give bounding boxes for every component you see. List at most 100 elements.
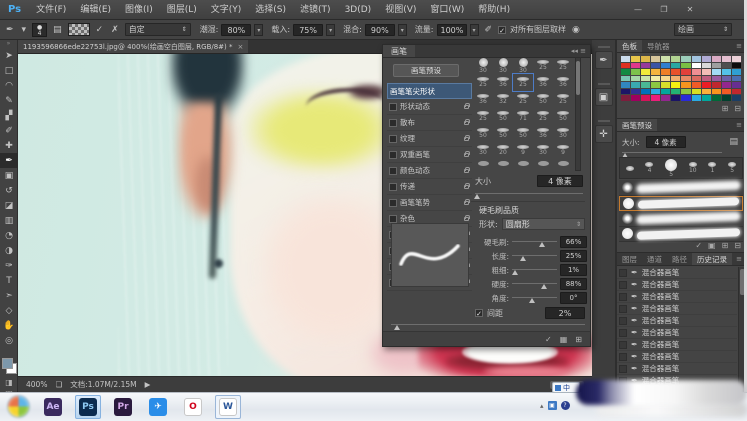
swatch[interactable] xyxy=(702,63,711,69)
bristle-value[interactable]: 25% xyxy=(560,250,587,262)
swatch[interactable] xyxy=(651,95,660,101)
stroke-preset-1[interactable] xyxy=(619,196,743,212)
size-value[interactable]: 4 像素 xyxy=(537,175,583,187)
swatch[interactable] xyxy=(702,82,711,88)
brush-tip[interactable]: 30 xyxy=(493,57,513,74)
slider-thumb[interactable] xyxy=(529,298,535,303)
swatch[interactable] xyxy=(702,95,711,101)
preset-tip-3[interactable]: 10 xyxy=(689,162,697,174)
brush-tip[interactable]: 25 xyxy=(553,57,573,74)
taskbar-photoshop[interactable]: Ps xyxy=(75,395,101,419)
swatch[interactable] xyxy=(692,56,701,62)
crop-tool[interactable]: ▞ xyxy=(0,108,18,123)
swatch[interactable] xyxy=(671,89,680,95)
menu-item-1[interactable]: 编辑(E) xyxy=(73,0,118,20)
bristle-value[interactable]: 1% xyxy=(560,264,587,276)
tray-caret-icon[interactable]: ▴ xyxy=(540,402,544,410)
brush-tip[interactable]: 50 xyxy=(473,125,493,142)
presets-footer-icon-3[interactable]: ⊟ xyxy=(734,241,741,250)
stroke-preset-0[interactable] xyxy=(619,180,743,196)
swatch[interactable] xyxy=(692,82,701,88)
history-item-6[interactable]: ✒混合器画笔 xyxy=(617,339,737,351)
brush-tip[interactable]: 50 xyxy=(533,91,553,108)
swatch[interactable] xyxy=(712,76,721,82)
spacing-slider[interactable] xyxy=(391,321,585,330)
swatch[interactable] xyxy=(712,82,721,88)
brush-panel-icon[interactable]: ✒ xyxy=(595,51,613,69)
brush-tip[interactable]: 20 xyxy=(493,142,513,159)
swatch[interactable] xyxy=(722,56,731,62)
brush-setting-checkbox[interactable] xyxy=(389,215,397,223)
brush-presets-button[interactable]: 画笔预设 xyxy=(393,64,459,77)
param-value-2[interactable]: 90% xyxy=(365,24,395,36)
swatch[interactable] xyxy=(631,95,640,101)
spacing-checkbox[interactable]: ✓ xyxy=(475,309,483,317)
preset-size-toggle-icon[interactable]: ▤ xyxy=(727,137,740,147)
swatch[interactable] xyxy=(671,82,680,88)
history-item-1[interactable]: ✒混合器画笔 xyxy=(617,279,737,291)
load-brush-icon[interactable]: ✓ xyxy=(94,25,106,35)
taskbar-opera[interactable]: O xyxy=(180,395,206,419)
swatch[interactable] xyxy=(702,69,711,75)
type-tool[interactable]: T xyxy=(0,273,18,288)
swatch[interactable] xyxy=(681,69,690,75)
preset-tip-1[interactable]: 4 xyxy=(645,162,653,174)
param-value-0[interactable]: 80% xyxy=(221,24,251,36)
brush-panel-toggle-icon[interactable]: ▤ xyxy=(51,25,64,35)
close-button[interactable]: ✕ xyxy=(682,5,698,14)
menu-item-0[interactable]: 文件(F) xyxy=(29,0,73,20)
path-selection-tool[interactable]: ➣ xyxy=(0,288,18,303)
swatch[interactable] xyxy=(641,56,650,62)
tray-app-icon[interactable]: ▣ xyxy=(548,401,557,410)
brush-setting-checkbox[interactable] xyxy=(389,119,397,127)
swatch[interactable] xyxy=(722,95,731,101)
mixer-brush-tool[interactable]: ✒ xyxy=(0,153,18,168)
menu-item-6[interactable]: 滤镜(T) xyxy=(293,0,338,20)
pen-tool[interactable]: ✑ xyxy=(0,258,18,273)
swatch[interactable] xyxy=(661,56,670,62)
swatch[interactable] xyxy=(641,63,650,69)
swatch[interactable] xyxy=(651,82,660,88)
param-stepper-icon-3[interactable]: ▾ xyxy=(470,24,479,36)
brush-tip[interactable]: 30 xyxy=(473,142,493,159)
status-arrow-icon[interactable]: ▶ xyxy=(145,380,151,389)
sample-all-layers-checkbox[interactable]: ✓ xyxy=(498,26,506,34)
swatch[interactable] xyxy=(671,69,680,75)
swatch[interactable] xyxy=(722,82,731,88)
bristle-slider[interactable] xyxy=(512,294,557,303)
brush-load-swatch[interactable] xyxy=(68,23,90,36)
swatch[interactable] xyxy=(692,76,701,82)
brush-setting-0[interactable]: 画笔笔尖形状 xyxy=(387,83,472,99)
healing-brush-tool[interactable]: ✚ xyxy=(0,138,18,153)
swatch[interactable] xyxy=(621,95,630,101)
brush-tip[interactable]: 32 xyxy=(493,91,513,108)
swatch[interactable] xyxy=(732,69,741,75)
swatch[interactable] xyxy=(681,95,690,101)
size-slider[interactable] xyxy=(475,190,583,199)
pressure-icon[interactable]: ◉ xyxy=(570,25,582,35)
brush-setting-7[interactable]: 画笔笔势 xyxy=(387,195,472,211)
history-well[interactable] xyxy=(619,365,627,373)
swatch[interactable] xyxy=(621,56,630,62)
swatch[interactable] xyxy=(621,69,630,75)
brush-presets-tab[interactable]: 画笔预设 xyxy=(617,119,657,131)
brush-tip[interactable]: 30 xyxy=(553,125,573,142)
brush-setting-checkbox[interactable] xyxy=(389,199,397,207)
brush-panel-tab[interactable]: 画笔 xyxy=(383,45,415,57)
swatch[interactable] xyxy=(661,76,670,82)
brush-setting-checkbox[interactable] xyxy=(389,183,397,191)
swatch[interactable] xyxy=(631,89,640,95)
gradient-tool[interactable]: ▥ xyxy=(0,213,18,228)
history-well[interactable] xyxy=(619,341,627,349)
presets-footer-icon-2[interactable]: ⊞ xyxy=(722,241,729,250)
brush-tip[interactable]: 50 xyxy=(513,125,533,142)
swatch[interactable] xyxy=(702,89,711,95)
brush-setting-2[interactable]: 散布 xyxy=(387,115,472,131)
swatch[interactable] xyxy=(641,76,650,82)
swatch[interactable] xyxy=(651,89,660,95)
menu-item-8[interactable]: 视图(V) xyxy=(378,0,423,20)
brush-footer-icon-2[interactable]: ⊞ xyxy=(575,335,582,344)
bristle-value[interactable]: 0° xyxy=(560,292,587,304)
menu-item-3[interactable]: 图层(L) xyxy=(160,0,204,20)
workspace-select[interactable]: 绘画⇕ xyxy=(674,23,732,36)
